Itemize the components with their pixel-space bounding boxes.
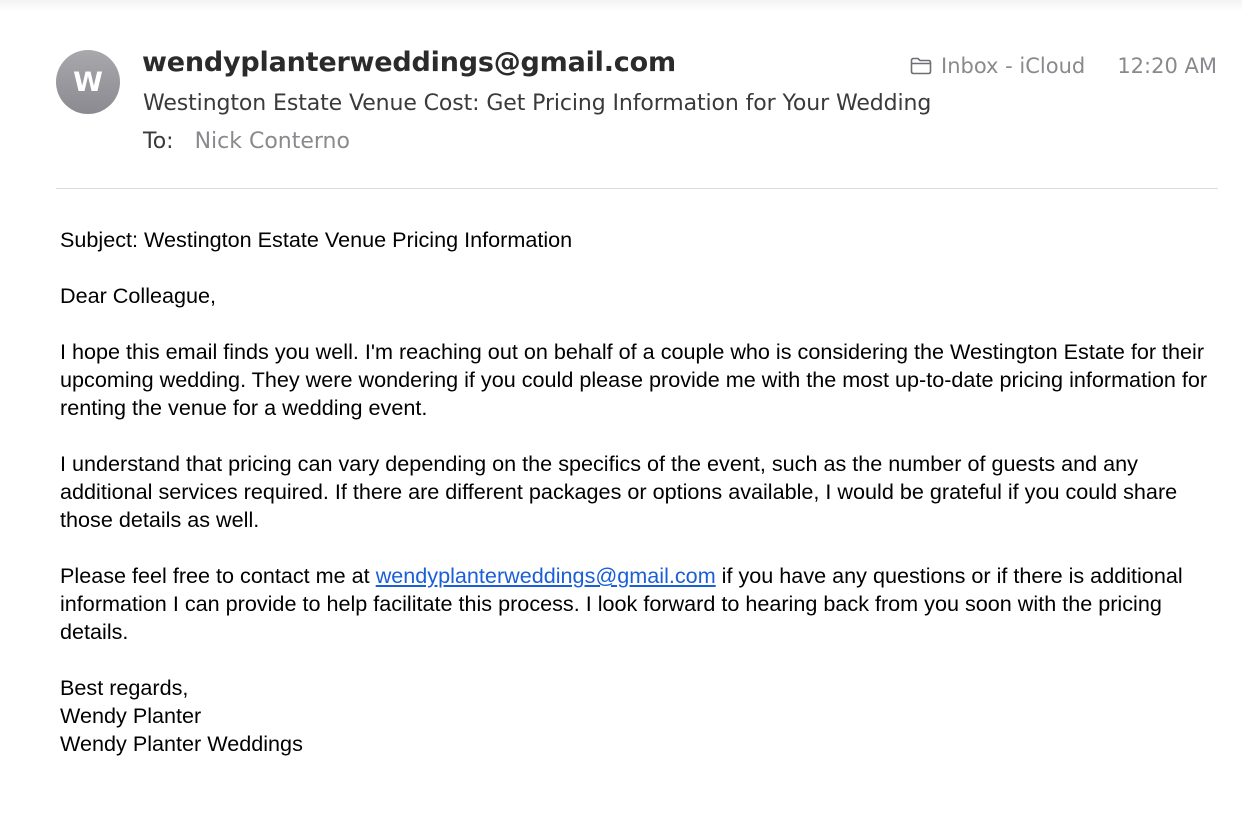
recipient-row: To: Nick Conterno bbox=[143, 129, 350, 154]
mailbox-location[interactable]: Inbox - iCloud bbox=[910, 54, 1085, 78]
message-subject: Westington Estate Venue Cost: Get Pricin… bbox=[143, 91, 932, 116]
avatar-initial: W bbox=[73, 66, 103, 98]
sender-address[interactable]: wendyplanterweddings@gmail.com bbox=[142, 47, 676, 78]
closing: Best regards, bbox=[60, 675, 189, 700]
received-time: 12:20 AM bbox=[1117, 54, 1217, 78]
mailbox-label: Inbox - iCloud bbox=[941, 54, 1086, 78]
paragraph-3: Please feel free to contact me at wendyp… bbox=[60, 562, 1235, 646]
paragraph-2: I understand that pricing can vary depen… bbox=[60, 451, 1178, 532]
body-subject: Subject: Westington Estate Venue Pricing… bbox=[60, 227, 573, 252]
email-link[interactable]: wendyplanterweddings@gmail.com bbox=[376, 563, 716, 588]
to-label: To: bbox=[143, 129, 174, 154]
signature-name: Wendy Planter bbox=[60, 703, 202, 728]
message-body: Subject: Westington Estate Venue Pricing… bbox=[60, 226, 1235, 758]
paragraph-1: I hope this email finds you well. I'm re… bbox=[60, 339, 1208, 420]
greeting: Dear Colleague, bbox=[60, 283, 217, 308]
avatar: W bbox=[56, 50, 120, 114]
paragraph-3-lead: Please feel free to contact me at bbox=[60, 563, 376, 588]
signature-company: Wendy Planter Weddings bbox=[60, 731, 303, 756]
header-divider bbox=[56, 188, 1218, 189]
recipient-name[interactable]: Nick Conterno bbox=[195, 129, 350, 154]
message-header: W wendyplanterweddings@gmail.com Westing… bbox=[0, 0, 1242, 190]
folder-icon bbox=[910, 57, 932, 75]
